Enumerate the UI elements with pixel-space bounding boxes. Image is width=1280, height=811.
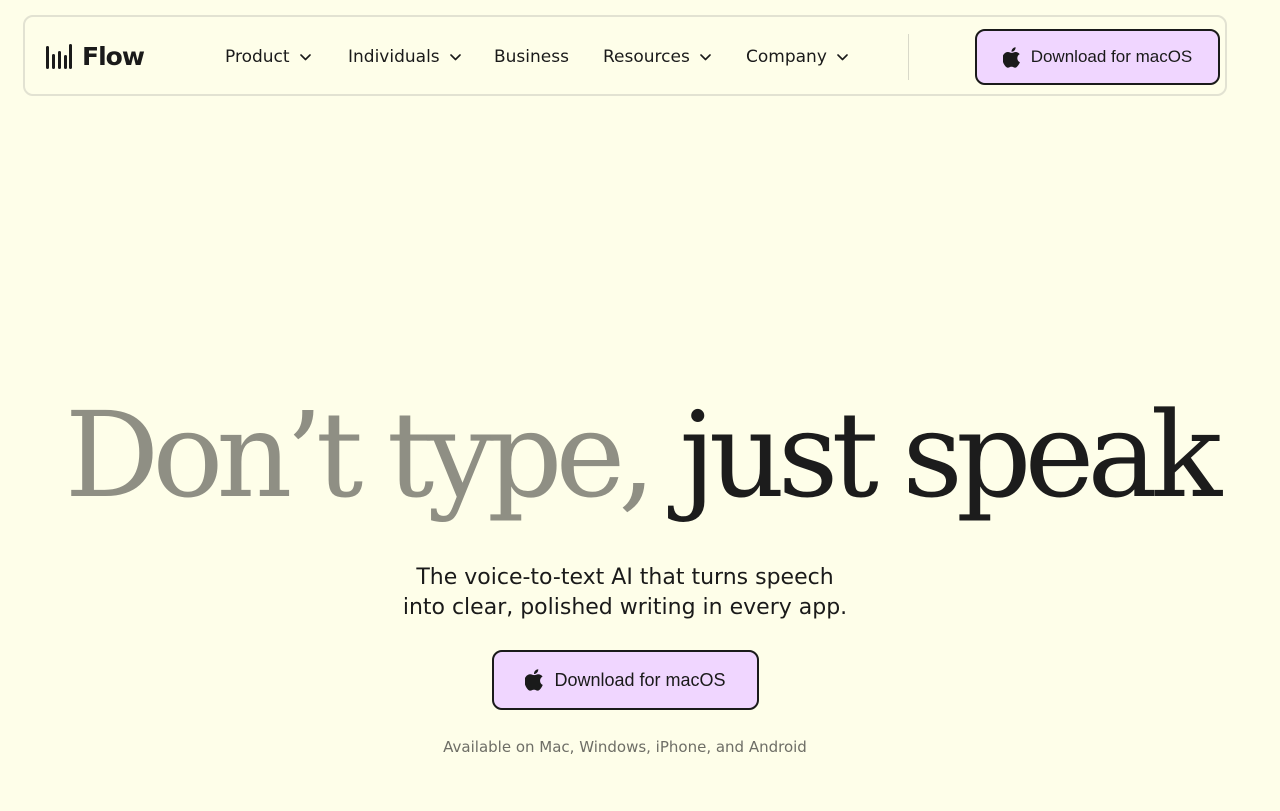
hero-subtitle-line-2: into clear, polished writing in every ap…	[402, 595, 848, 620]
hero-subtitle: The voice-to-text AI that turns speech i…	[0, 563, 1250, 623]
nav-download-label: Download for macOS	[1030, 47, 1193, 66]
navbar: Flow Product Individuals Business Resour…	[23, 15, 1227, 96]
nav-item-label: Business	[494, 47, 569, 67]
nav-divider	[908, 34, 909, 80]
hero-title-muted: Don’t type,	[64, 386, 656, 524]
chevron-down-icon	[837, 53, 848, 60]
nav-item-label: Company	[746, 47, 827, 67]
nav-download-button[interactable]: Download for macOS	[975, 29, 1220, 85]
hero-title: Don’t type, just speak	[0, 380, 1280, 530]
hero-download-button[interactable]: Download for macOS	[492, 650, 759, 710]
nav-item-product[interactable]: Product	[225, 45, 311, 69]
hero-title-strong: just speak	[679, 386, 1222, 524]
chevron-down-icon	[449, 53, 461, 60]
nav-item-label: Product	[225, 47, 290, 67]
apple-icon	[525, 669, 544, 691]
chevron-down-icon	[299, 53, 311, 60]
nav-item-resources[interactable]: Resources	[603, 45, 711, 69]
chevron-down-icon	[700, 53, 711, 60]
sound-bars-icon	[46, 44, 72, 69]
nav-item-individuals[interactable]: Individuals	[348, 45, 461, 69]
nav-item-label: Resources	[603, 47, 690, 67]
hero-subtitle-line-1: The voice-to-text AI that turns speech	[416, 565, 834, 590]
brand-logo[interactable]: Flow	[46, 42, 145, 71]
apple-icon	[1002, 46, 1020, 68]
nav-item-company[interactable]: Company	[746, 45, 848, 69]
nav-item-label: Individuals	[348, 47, 440, 67]
availability-note: Available on Mac, Windows, iPhone, and A…	[443, 738, 807, 756]
brand-name: Flow	[82, 42, 145, 71]
hero-download-label: Download for macOS	[554, 669, 726, 690]
nav-item-business[interactable]: Business	[494, 45, 569, 69]
